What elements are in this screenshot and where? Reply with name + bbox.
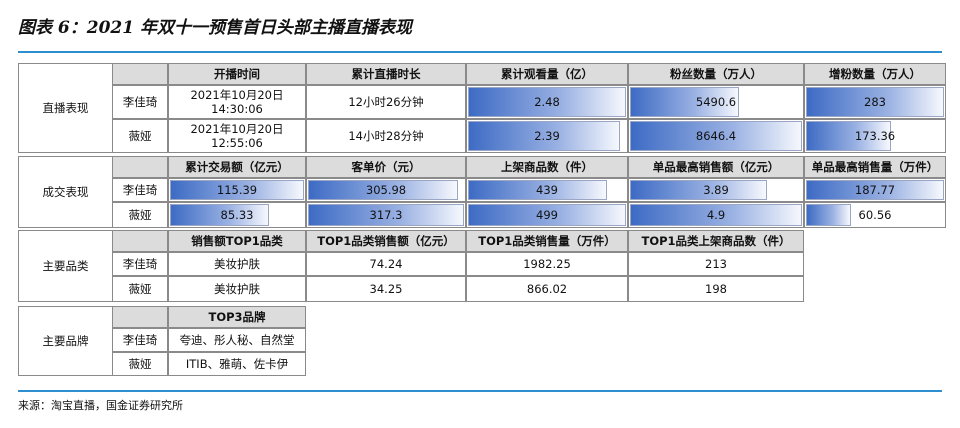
trade-value: 3.89 <box>703 183 729 197</box>
section1-streamer-1: 薇娅 <box>112 119 168 153</box>
section3-streamer-1: 薇娅 <box>112 276 168 302</box>
bottom-rule <box>18 390 942 392</box>
duration-cell: 12小时26分钟 <box>306 85 466 119</box>
trade-value: 115.39 <box>216 183 258 197</box>
section1-header-0: 开播时间 <box>168 63 306 85</box>
trade-value: 499 <box>536 208 558 222</box>
category-cell: 美妆护肤 <box>168 252 306 276</box>
section3-header-2: TOP1品类销售量（万件） <box>466 230 628 252</box>
section2-streamer-0: 李佳琦 <box>112 178 168 202</box>
section1-header-4: 增粉数量（万人） <box>804 63 946 85</box>
section3-label: 主要品类 <box>18 230 112 302</box>
views-value: 2.48 <box>534 95 560 109</box>
section1-label: 直播表现 <box>18 63 112 153</box>
figure-title: 图表 6：2021 年双十一预售首日头部主播直播表现 <box>18 18 412 38</box>
category-cell: 198 <box>628 276 804 302</box>
category-cell: 74.24 <box>306 252 466 276</box>
section1-header-corner <box>112 63 168 85</box>
trade-value: 317.3 <box>369 208 403 222</box>
category-cell: 1982.25 <box>466 252 628 276</box>
trade-value: 85.33 <box>220 208 254 222</box>
section2-header-corner <box>112 156 168 178</box>
start-date: 2021年10月20日 <box>190 88 284 102</box>
section4-label: 主要品牌 <box>18 306 112 376</box>
section4-streamer-1: 薇娅 <box>112 352 168 376</box>
section1-header-3: 粉丝数量（万人） <box>628 63 804 85</box>
section2-header-1: 客单价（元） <box>306 156 466 178</box>
trade-value: 187.77 <box>854 183 896 197</box>
new_fans-value: 283 <box>864 95 886 109</box>
brand-cell: 夸迪、彤人秘、自然堂 <box>168 328 306 352</box>
category-cell: 美妆护肤 <box>168 276 306 302</box>
section4-header-corner <box>112 306 168 328</box>
category-cell: 213 <box>628 252 804 276</box>
duration-cell: 14小时28分钟 <box>306 119 466 153</box>
section4-streamer-0: 李佳琦 <box>112 328 168 352</box>
trade-value: 439 <box>536 183 558 197</box>
brand-cell: ITIB、雅萌、佐卡伊 <box>168 352 306 376</box>
trade-value: 60.56 <box>858 208 892 222</box>
section2-header-4: 单品最高销售量（万件） <box>804 156 946 178</box>
fans-value: 8646.4 <box>695 129 737 143</box>
top-rule <box>18 51 942 53</box>
category-cell: 34.25 <box>306 276 466 302</box>
views-value: 2.39 <box>534 129 560 143</box>
new_fans-value: 173.36 <box>854 129 896 143</box>
source-note: 来源：淘宝直播，国金证券研究所 <box>18 399 183 412</box>
section3-header-0: 销售额TOP1品类 <box>168 230 306 252</box>
section3-header-corner <box>112 230 168 252</box>
section4-header-0: TOP3品牌 <box>168 306 306 328</box>
section3-streamer-0: 李佳琦 <box>112 252 168 276</box>
start-clock: 14:30:06 <box>211 102 263 116</box>
start-clock: 12:55:06 <box>211 136 263 150</box>
category-cell: 866.02 <box>466 276 628 302</box>
section2-header-2: 上架商品数（件） <box>466 156 628 178</box>
section2-header-3: 单品最高销售额（亿元） <box>628 156 804 178</box>
start-time-cell: 2021年10月20日 14:30:06 <box>168 85 306 119</box>
start-time-cell: 2021年10月20日 12:55:06 <box>168 119 306 153</box>
start-date: 2021年10月20日 <box>190 122 284 136</box>
section2-header-0: 累计交易额（亿元） <box>168 156 306 178</box>
section3-header-3: TOP1品类上架商品数（件） <box>628 230 804 252</box>
section1-header-2: 累计观看量（亿） <box>466 63 628 85</box>
section2-label: 成交表现 <box>18 156 112 228</box>
section1-header-1: 累计直播时长 <box>306 63 466 85</box>
trade-value: 305.98 <box>365 183 407 197</box>
section3-header-1: TOP1品类销售额（亿元） <box>306 230 466 252</box>
trade-value: 4.9 <box>706 208 726 222</box>
section1-streamer-0: 李佳琦 <box>112 85 168 119</box>
fans-value: 5490.6 <box>695 95 737 109</box>
section2-streamer-1: 薇娅 <box>112 202 168 228</box>
